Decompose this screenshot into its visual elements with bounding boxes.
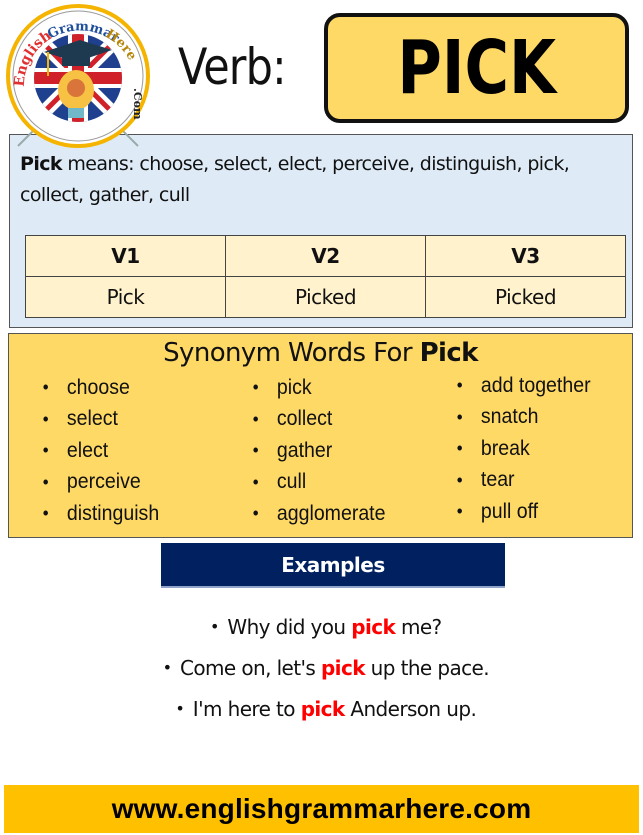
- bullet-icon: •: [252, 408, 259, 429]
- meaning-panel: Pick means: choose, select, elect, perce…: [9, 134, 633, 328]
- list-item: • snatch: [453, 402, 591, 434]
- sentence-text: Anderson up.: [344, 697, 477, 721]
- examples-header: Examples: [161, 543, 505, 588]
- synonym-word: gather: [276, 438, 333, 462]
- list-item: • pull off: [453, 496, 591, 528]
- list-item: • pick: [249, 372, 385, 404]
- bullet-icon: •: [456, 438, 463, 459]
- sentence-text: Come on, let's: [180, 656, 321, 680]
- bullet-icon: •: [456, 375, 463, 396]
- bullet-icon: •: [252, 377, 259, 398]
- footer-website-link[interactable]: www.englishgrammarhere.com: [112, 793, 532, 825]
- synonym-word: add together: [480, 373, 591, 397]
- bullet-icon: •: [252, 440, 259, 461]
- verb-word: PICK: [397, 25, 556, 111]
- synonym-column-1: • choose • select • elect • perceive • distin…: [39, 372, 168, 530]
- table-header-v3: V3: [425, 235, 626, 277]
- meaning-bold-word: Pick: [20, 153, 63, 175]
- bullet-icon: •: [162, 658, 172, 677]
- synonym-word: perceive: [66, 470, 141, 494]
- synonym-word: agglomerate: [276, 501, 386, 525]
- example-sentence-list: • Why did you pick me? • Come on, let's pi…: [0, 615, 643, 738]
- bullet-icon: •: [456, 406, 463, 427]
- site-logo-icon: English Grammar Here .Com: [6, 4, 150, 148]
- example-sentence: • I'm here to pick Anderson up.: [0, 697, 643, 738]
- highlighted-verb: pick: [300, 697, 346, 721]
- svg-text:.Com: .Com: [131, 88, 144, 120]
- bullet-icon: •: [456, 469, 463, 490]
- sentence-text: Why did you: [227, 615, 352, 639]
- table-header-v1: V1: [25, 235, 226, 277]
- list-item: • elect: [39, 435, 159, 467]
- bullet-icon: •: [42, 377, 49, 398]
- example-sentence: • Why did you pick me?: [0, 615, 643, 656]
- list-item: • cull: [249, 467, 385, 499]
- footer-bar: www.englishgrammarhere.com: [4, 785, 639, 833]
- list-item: • gather: [249, 435, 385, 467]
- meaning-text: Pick means: choose, select, elect, perce…: [20, 149, 630, 211]
- list-item: • break: [453, 433, 591, 465]
- bullet-icon: •: [209, 617, 219, 636]
- bullet-icon: •: [42, 440, 49, 461]
- synonym-word: collect: [276, 407, 333, 431]
- synonym-word: distinguish: [66, 501, 160, 525]
- synonym-word: break: [480, 436, 530, 460]
- synonym-word: elect: [66, 438, 109, 462]
- sentence-text: up the pace.: [364, 656, 490, 680]
- synonym-word: tear: [480, 468, 515, 492]
- synonym-word: snatch: [480, 405, 539, 429]
- table-row: Pick Picked Picked: [25, 276, 626, 318]
- list-item: • collect: [249, 404, 385, 436]
- list-item: • add together: [453, 370, 591, 402]
- bullet-icon: •: [252, 471, 259, 492]
- list-item: • agglomerate: [249, 498, 386, 530]
- highlighted-verb: pick: [351, 615, 396, 639]
- verb-label: Verb:: [178, 38, 287, 96]
- sentence-text: I'm here to: [192, 697, 301, 721]
- list-item: • select: [39, 404, 159, 436]
- synonym-word: pick: [276, 375, 312, 399]
- bullet-icon: •: [252, 503, 259, 524]
- example-sentence: • Come on, let's pick up the pace.: [0, 656, 643, 697]
- table-cell-v1: Pick: [25, 276, 226, 318]
- bullet-icon: •: [42, 503, 49, 524]
- synonym-word: cull: [276, 470, 307, 494]
- table-cell-v3: Picked: [425, 276, 626, 318]
- bullet-icon: •: [42, 471, 49, 492]
- synonym-word: choose: [66, 375, 130, 399]
- synonym-column-2: • pick • collect • gather • cull • agglomerat…: [249, 372, 396, 530]
- synonym-word: select: [66, 407, 118, 431]
- bullet-icon: •: [42, 408, 49, 429]
- bullet-icon: •: [456, 501, 463, 522]
- list-item: • distinguish: [39, 498, 159, 530]
- bullet-icon: •: [175, 699, 185, 718]
- synonym-panel: Synonym Words For Pick • choose • select •…: [8, 333, 633, 538]
- meaning-definition: means: choose, select, elect, perceive, …: [20, 153, 570, 206]
- sentence-text: me?: [395, 615, 442, 639]
- list-item: • perceive: [39, 467, 159, 499]
- table-cell-v2: Picked: [225, 276, 426, 318]
- verb-title-box: PICK: [324, 13, 629, 123]
- table-header-v2: V2: [225, 235, 426, 277]
- synonym-title: Synonym Words For Pick: [9, 338, 632, 368]
- synonym-title-word: Pick: [419, 338, 479, 368]
- synonym-column-3: • add together • snatch • break • tear • pull…: [453, 370, 601, 528]
- verb-forms-table: V1 V2 V3 Pick Picked Picked: [25, 235, 626, 318]
- list-item: • tear: [453, 465, 591, 497]
- synonym-title-prefix: Synonym Words For: [163, 338, 420, 368]
- list-item: • choose: [39, 372, 159, 404]
- highlighted-verb: pick: [320, 656, 366, 680]
- table-header-row: V1 V2 V3: [25, 235, 626, 277]
- synonym-word: pull off: [480, 499, 539, 523]
